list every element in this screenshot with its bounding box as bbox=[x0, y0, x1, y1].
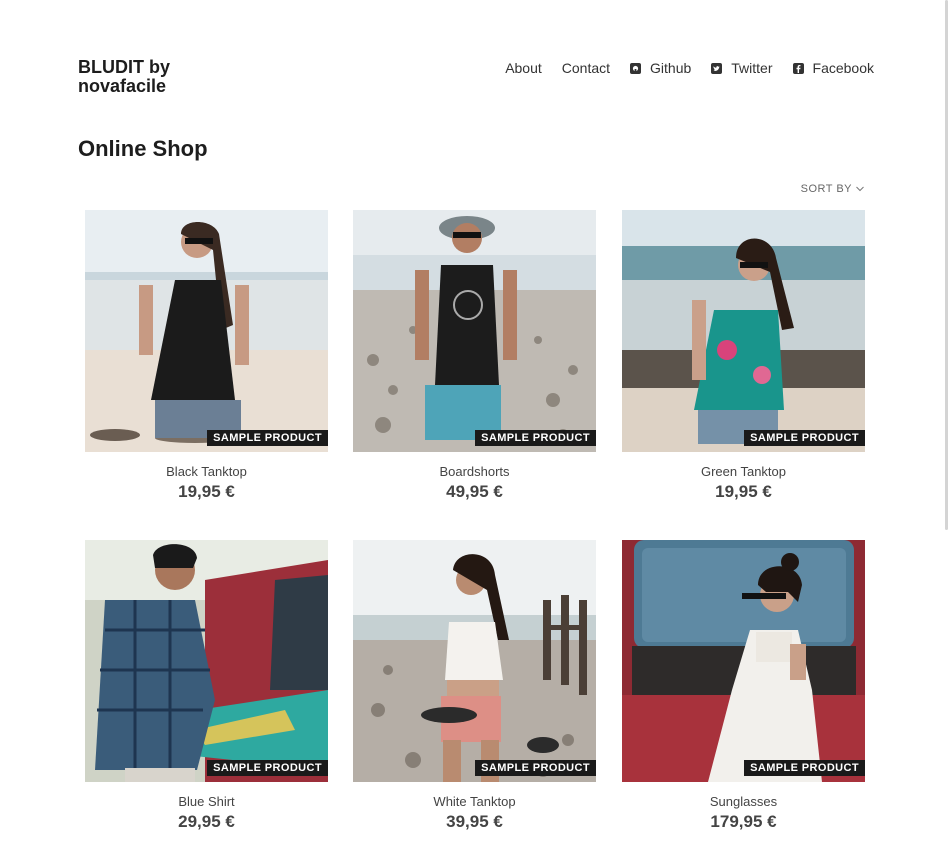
product-price: 39,95 € bbox=[446, 812, 503, 831]
product-name[interactable]: White Tanktop bbox=[353, 794, 596, 809]
facebook-icon bbox=[792, 62, 804, 74]
sample-product-badge: SAMPLE PRODUCT bbox=[207, 760, 328, 776]
nav-contact[interactable]: Contact bbox=[562, 60, 610, 76]
scrollbar-thumb[interactable] bbox=[945, 0, 948, 530]
product-name[interactable]: Black Tanktop bbox=[85, 464, 328, 479]
product-card[interactable]: SAMPLE PRODUCT Green Tanktop 19,95 € bbox=[622, 210, 865, 502]
twitter-icon bbox=[711, 62, 723, 74]
product-price: 19,95 € bbox=[178, 482, 235, 501]
nav-github[interactable]: Github bbox=[630, 60, 691, 76]
chevron-down-icon bbox=[856, 186, 864, 192]
nav-facebook-label: Facebook bbox=[812, 60, 874, 76]
nav-facebook[interactable]: Facebook bbox=[792, 60, 874, 76]
product-image[interactable]: SAMPLE PRODUCT bbox=[85, 540, 328, 782]
product-name[interactable]: Green Tanktop bbox=[622, 464, 865, 479]
product-price: 29,95 € bbox=[178, 812, 235, 831]
product-price: 179,95 € bbox=[710, 812, 777, 831]
nav-contact-label: Contact bbox=[561, 60, 611, 76]
product-name[interactable]: Blue Shirt bbox=[85, 794, 328, 809]
product-name[interactable]: Boardshorts bbox=[353, 464, 596, 479]
product-card[interactable]: SAMPLE PRODUCT Boardshorts 49,95 € bbox=[353, 210, 596, 502]
product-image[interactable]: SAMPLE PRODUCT bbox=[85, 210, 328, 452]
github-icon bbox=[630, 62, 642, 74]
page-title: Online Shop bbox=[78, 136, 208, 161]
scrollbar-track[interactable] bbox=[942, 0, 950, 854]
sample-product-badge: SAMPLE PRODUCT bbox=[744, 760, 865, 776]
product-card[interactable]: SAMPLE PRODUCT Blue Shirt 29,95 € bbox=[85, 540, 328, 832]
main-nav: About Contact Github Twitter Facebook bbox=[505, 60, 874, 76]
sample-product-badge: SAMPLE PRODUCT bbox=[207, 430, 328, 446]
product-image[interactable]: SAMPLE PRODUCT bbox=[353, 210, 596, 452]
product-card[interactable]: SAMPLE PRODUCT Black Tanktop 19,95 € bbox=[85, 210, 328, 502]
nav-about-label: About bbox=[505, 60, 542, 76]
sample-product-badge: SAMPLE PRODUCT bbox=[475, 760, 596, 776]
sample-product-badge: SAMPLE PRODUCT bbox=[744, 430, 865, 446]
product-image[interactable]: SAMPLE PRODUCT bbox=[353, 540, 596, 782]
nav-twitter-label: Twitter bbox=[731, 60, 773, 76]
product-card[interactable]: SAMPLE PRODUCT White Tanktop 39,95 € bbox=[353, 540, 596, 832]
product-image[interactable]: SAMPLE PRODUCT bbox=[622, 540, 865, 782]
nav-about[interactable]: About bbox=[505, 60, 542, 76]
nav-github-label: Github bbox=[650, 60, 692, 76]
product-image[interactable]: SAMPLE PRODUCT bbox=[622, 210, 865, 452]
product-card[interactable]: SAMPLE PRODUCT Sunglasses 179,95 € bbox=[622, 540, 865, 832]
sample-product-badge: SAMPLE PRODUCT bbox=[475, 430, 596, 446]
product-name[interactable]: Sunglasses bbox=[622, 794, 865, 809]
sort-label: SORT BY bbox=[800, 183, 852, 195]
nav-twitter[interactable]: Twitter bbox=[711, 60, 773, 76]
site-header: BLUDIT by novafacile About Contact Githu… bbox=[78, 58, 874, 98]
product-price: 19,95 € bbox=[715, 482, 772, 501]
sort-dropdown[interactable]: SORT BY bbox=[801, 183, 864, 195]
product-price: 49,95 € bbox=[446, 482, 503, 501]
site-brand[interactable]: BLUDIT by novafacile bbox=[78, 58, 218, 96]
